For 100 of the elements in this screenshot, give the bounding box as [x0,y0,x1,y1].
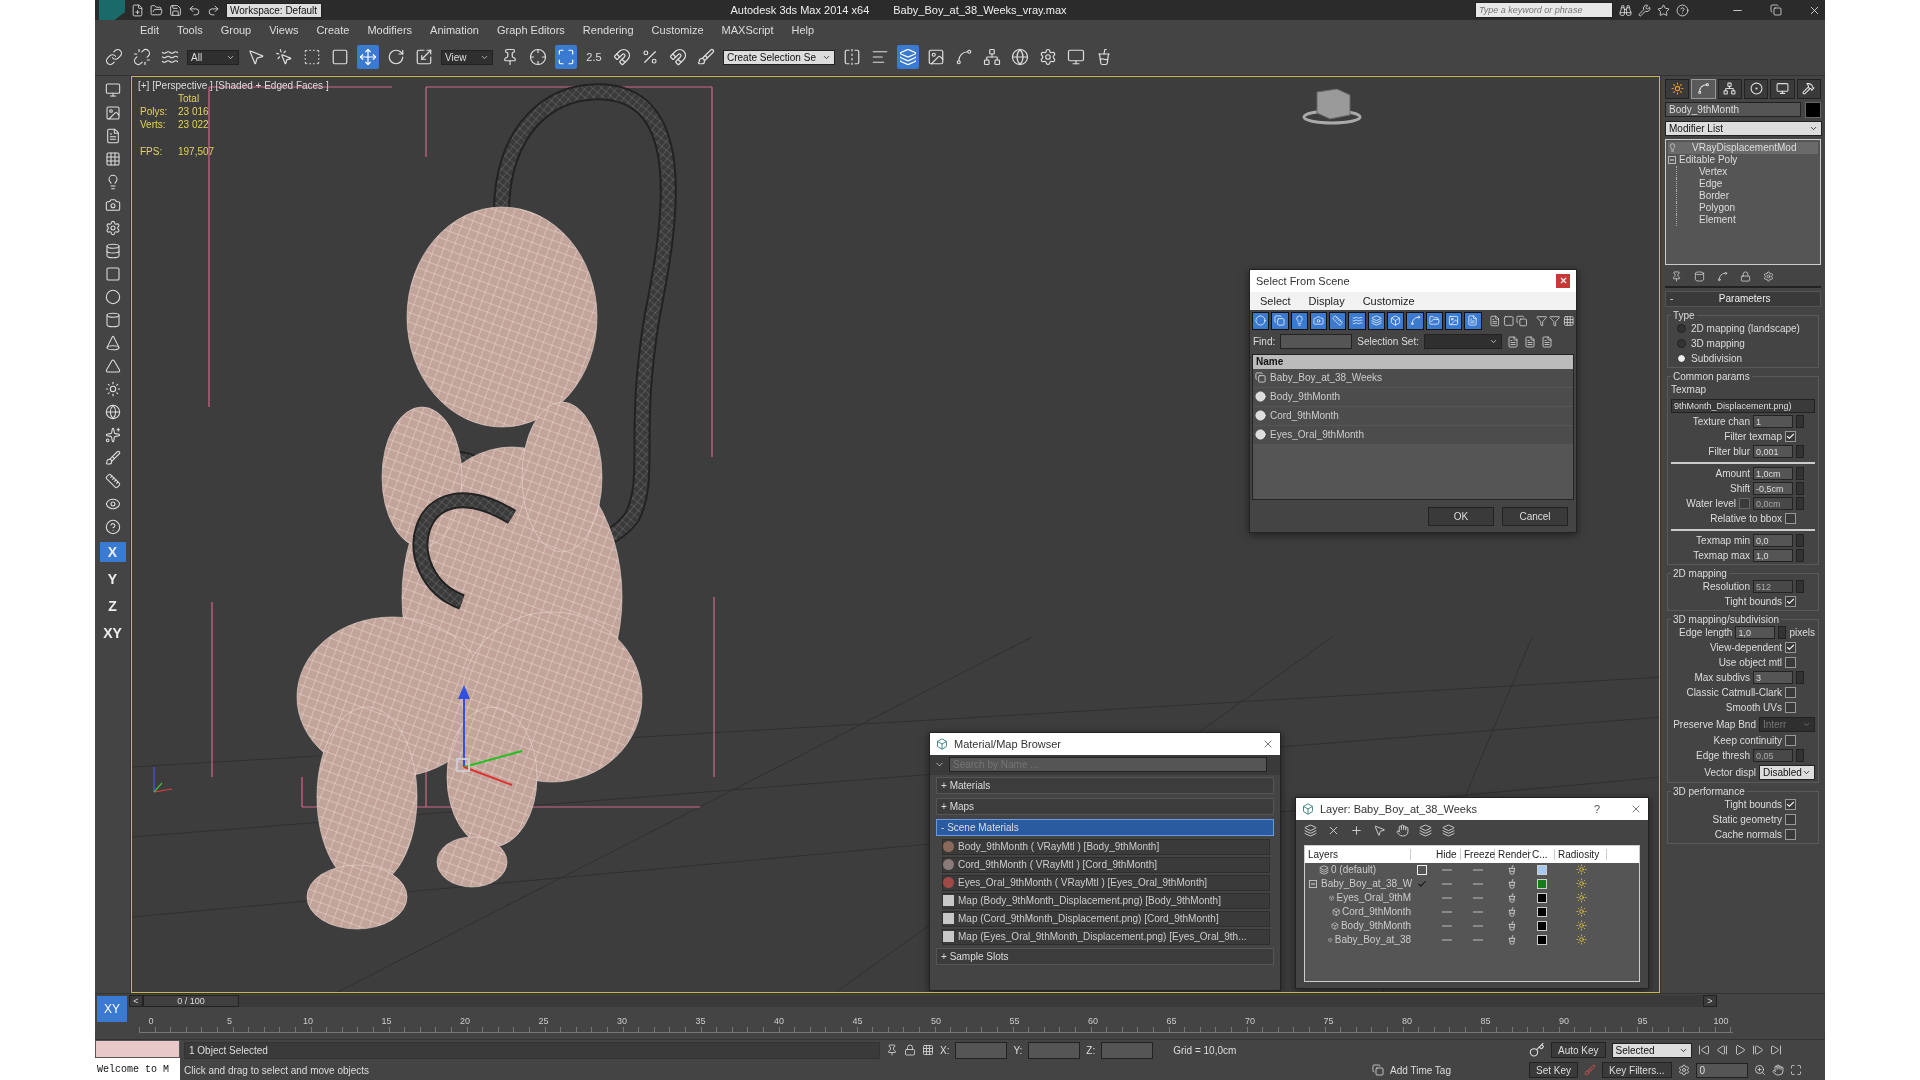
radiosity-icon[interactable] [1575,934,1587,946]
next-frame-button[interactable]: > [1703,995,1717,1008]
column-header[interactable]: Name [1253,354,1573,369]
hide-toggle-icon[interactable] [1442,882,1452,885]
layer-name[interactable]: 0 (default) [1331,864,1377,876]
command-panel-tab[interactable] [1744,78,1769,99]
search-field[interactable]: Type a keyword or phrase [1475,2,1613,18]
select-set-icon[interactable] [1506,335,1519,348]
checkmark-icon[interactable] [1417,878,1427,889]
bone-icon[interactable] [1409,315,1421,327]
radiosity-icon[interactable] [1575,864,1587,876]
invert-icon[interactable] [1516,314,1528,327]
object-color-swatch[interactable] [1805,101,1821,118]
radiosity-icon[interactable] [1575,920,1587,932]
add-time-tag-button[interactable]: Add Time Tag [1390,1064,1451,1076]
collapse-icon[interactable] [1309,879,1317,888]
redo-icon[interactable] [207,3,220,17]
binoculars-icon[interactable] [1619,3,1632,17]
layer-color-swatch[interactable] [1537,878,1547,889]
rectangle-selection-icon[interactable] [303,48,321,67]
move-gizmo-icon[interactable] [456,684,523,786]
viewport-label[interactable]: [+] [Perspective ] [Shaded + Edged Faces ] [138,79,329,91]
axis-constraint-button[interactable]: Y [99,568,126,589]
freeze-toggle-icon[interactable] [1473,868,1483,871]
curve-editor-icon[interactable] [955,48,973,67]
layer-color-swatch[interactable] [1537,920,1547,931]
collapse-icon[interactable] [1668,155,1676,164]
menu-item[interactable]: Views [260,23,308,36]
layer-color-swatch[interactable] [1537,892,1547,903]
dialog-button[interactable]: OK [1428,507,1494,527]
hide-toggle-icon[interactable] [1442,910,1452,913]
isolate-icon[interactable] [886,1044,898,1056]
radiosity-icon[interactable] [1575,906,1587,918]
axis-constraint-button[interactable]: XY [99,622,126,643]
freeze-all-icon[interactable] [1442,824,1455,838]
frozen-icon[interactable] [1467,315,1479,327]
columns-icon[interactable] [1562,314,1575,327]
workspace-dropdown[interactable]: Workspace: Default [226,2,322,18]
named-selection-dropdown[interactable]: Create Selection Se [723,49,835,65]
percent-snap-icon[interactable] [641,48,659,67]
restore-icon[interactable] [1770,4,1782,16]
key-filters-button[interactable]: Key Filters... [1602,1062,1672,1078]
column-header[interactable]: Layers [1305,848,1411,860]
schematic-icon[interactable] [983,48,1001,67]
spinner-field[interactable]: 1 [1753,415,1793,429]
menu-item[interactable]: Customize [1362,294,1415,307]
find-field[interactable] [1280,334,1353,350]
sparkle-icon[interactable] [104,426,121,443]
layer-color-swatch[interactable] [1537,864,1547,875]
checkbox[interactable] [1785,642,1796,654]
sun-icon[interactable] [104,380,121,397]
dropdown[interactable]: Disabled [1759,764,1815,780]
database-icon[interactable] [104,242,121,259]
menu-item[interactable]: Edit [131,23,168,36]
new-file-icon[interactable] [131,3,144,17]
menu-item[interactable]: Animation [421,23,488,36]
coordinate-field[interactable] [1101,1041,1154,1059]
spinner-field[interactable]: 1,0cm [1753,467,1793,481]
coordinate-field[interactable] [955,1041,1008,1059]
spinner-field[interactable]: -0,5cm [1753,482,1793,496]
shapes-icon[interactable] [1274,315,1286,327]
previous-frame-button[interactable]: < [129,995,143,1008]
layer-color-swatch[interactable] [1537,906,1547,917]
command-panel-tab[interactable] [1665,78,1690,99]
freeze-toggle-icon[interactable] [1473,896,1483,899]
time-slider-thumb[interactable]: 0 / 100 [143,995,239,1008]
radiosity-icon[interactable] [1575,878,1587,890]
command-panel-tab[interactable] [1717,78,1742,99]
ruler-icon[interactable] [104,472,121,489]
auto-key-button[interactable]: Auto Key [1551,1042,1606,1058]
render-frame-icon[interactable] [1067,48,1085,67]
sub-object-level[interactable]: Polygon [1676,201,1818,214]
xref-icon[interactable] [1448,315,1460,327]
menu-item[interactable]: Select [1260,294,1291,307]
layer-name[interactable]: Body_9thMonth [1340,920,1411,932]
command-panel-tab[interactable] [1691,78,1716,99]
snap-toggle-button[interactable]: 2.5 [583,45,605,70]
next-frame-icon[interactable] [1751,1044,1764,1056]
freeze-toggle-icon[interactable] [1473,882,1483,885]
layer-name[interactable]: Baby_Boy_at_38 [1334,934,1411,946]
menu-item[interactable]: Tools [167,23,212,36]
scale-icon[interactable] [415,48,433,67]
undo-icon[interactable] [188,3,201,17]
sub-object-level[interactable]: Element [1676,213,1818,226]
key-icon[interactable] [1529,1042,1545,1058]
select-objects-icon[interactable] [1373,824,1386,838]
crosshair-icon[interactable] [529,48,547,67]
angle-snap-icon[interactable] [613,48,631,67]
axis-constraint-button[interactable]: XY [97,996,127,1023]
container-icon[interactable] [1428,315,1440,327]
checkbox[interactable] [1785,431,1796,443]
camera-icon[interactable] [104,196,121,213]
checkbox[interactable] [1785,829,1796,841]
rollout-toggle[interactable]: - [1670,293,1674,305]
material-editor-icon[interactable] [1011,48,1029,67]
sub-object-level[interactable]: Border [1676,189,1818,202]
command-panel-tab[interactable] [1770,78,1795,99]
column-header[interactable]: Hide [1433,848,1461,860]
new-layer-icon[interactable] [1304,824,1317,838]
previous-frame-icon[interactable] [1715,1044,1728,1056]
